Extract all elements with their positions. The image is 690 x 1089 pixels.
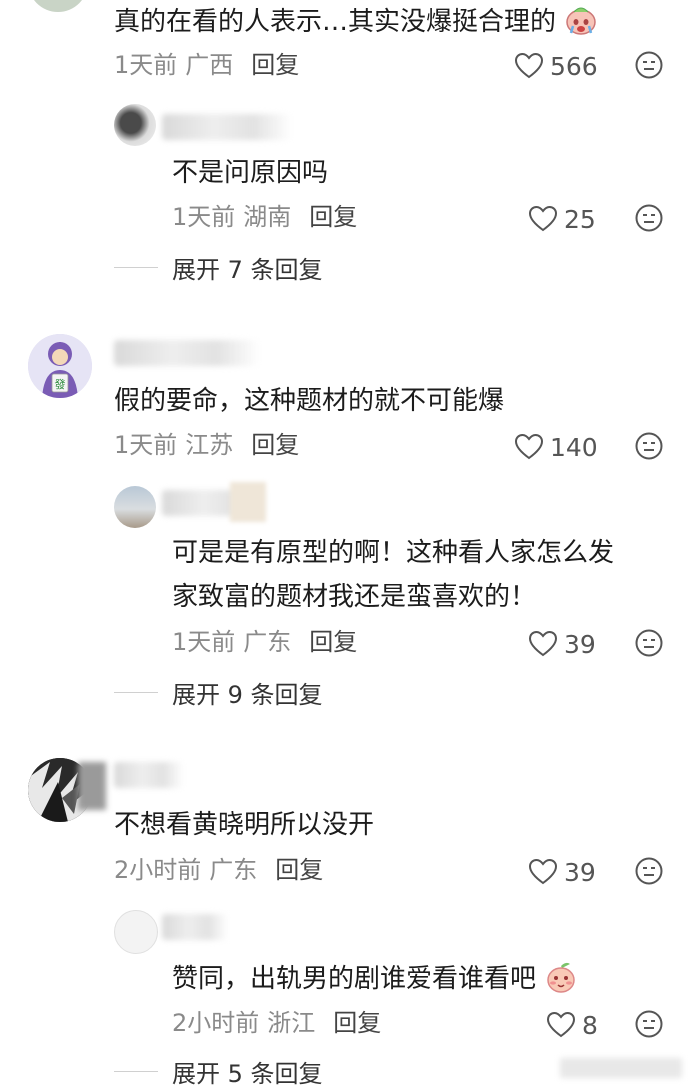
emoji-face-icon[interactable] <box>634 431 664 461</box>
emoji-face-icon[interactable] <box>634 628 664 658</box>
heart-outline-icon <box>546 1011 576 1038</box>
emoji-face-icon[interactable] <box>634 856 664 886</box>
like-button[interactable]: 39 <box>528 856 596 888</box>
crying-emoji-icon <box>566 7 597 35</box>
avatar[interactable]: 發 <box>28 334 92 398</box>
reply-location: 广东 <box>243 628 292 656</box>
teletubby-avatar-icon: 發 <box>28 334 92 398</box>
reply-meta: 1天前 广东 回复 <box>172 627 357 657</box>
like-count: 8 <box>582 1010 598 1040</box>
emoji-face-icon[interactable] <box>634 50 664 80</box>
like-button[interactable]: 140 <box>514 431 598 463</box>
reply-button[interactable]: 回复 <box>275 856 323 884</box>
reply-location: 浙江 <box>267 1009 316 1037</box>
emoji-face-icon[interactable] <box>634 203 664 233</box>
heart-outline-icon <box>514 433 544 460</box>
reply-button[interactable]: 回复 <box>309 203 357 231</box>
comment-time: 1天前 <box>114 51 178 79</box>
divider <box>114 691 158 693</box>
reply-time: 2小时前 <box>172 1009 260 1037</box>
reply-meta: 1天前 湖南 回复 <box>172 202 357 232</box>
reply-avatar[interactable] <box>114 910 158 954</box>
svg-text:發: 發 <box>55 377 66 391</box>
expand-replies-button[interactable]: 展开 5 条回复 <box>114 1056 323 1088</box>
expand-replies-button[interactable]: 展开 7 条回复 <box>114 252 323 284</box>
divider <box>114 1070 158 1072</box>
comment-time: 2小时前 <box>114 856 202 884</box>
comment-meta: 1天前 广西 回复 <box>114 50 299 80</box>
reply-button[interactable]: 回复 <box>251 51 299 79</box>
reply-avatar[interactable] <box>114 486 156 528</box>
expand-replies-button[interactable]: 展开 9 条回复 <box>114 677 323 709</box>
comment-location: 江苏 <box>185 431 234 459</box>
like-button[interactable]: 25 <box>528 203 596 235</box>
reply-meta: 2小时前 浙江 回复 <box>172 1008 381 1038</box>
reply-text: 家致富的题材我还是蛮喜欢的！ <box>172 582 537 612</box>
reply-username-blurred <box>162 914 228 940</box>
expand-replies-label: 展开 9 条回复 <box>172 680 323 709</box>
comment-text: 真的在看的人表示…其实没爆挺合理的 <box>114 4 598 39</box>
heart-outline-icon <box>528 630 558 657</box>
divider <box>114 266 158 268</box>
like-count: 566 <box>550 51 598 81</box>
like-count: 39 <box>564 629 596 659</box>
username-blurred <box>114 762 184 788</box>
like-button[interactable]: 566 <box>514 50 598 82</box>
reply-button[interactable]: 回复 <box>251 431 299 459</box>
heart-outline-icon <box>528 205 558 232</box>
reply-text: 赞同，出轨男的剧谁爱看谁看吧 <box>172 960 578 996</box>
reply-text: 可是是有原型的啊！这种看人家怎么发 <box>172 538 615 568</box>
comment-meta: 2小时前 广东 回复 <box>114 855 323 885</box>
peach-emoji-icon <box>547 962 576 993</box>
emoji-face-icon[interactable] <box>634 1009 664 1039</box>
reply-button[interactable]: 回复 <box>333 1009 381 1037</box>
comment-meta: 1天前 江苏 回复 <box>114 430 299 460</box>
comment-location: 广西 <box>185 51 234 79</box>
heart-outline-icon <box>514 52 544 79</box>
heart-outline-icon <box>528 858 558 885</box>
reply-username-image-blurred <box>230 482 266 522</box>
like-count: 140 <box>550 432 598 462</box>
comment-text: 假的要命，这种题材的就不可能爆 <box>114 386 505 416</box>
expand-replies-label: 展开 7 条回复 <box>172 255 323 284</box>
comment-time: 1天前 <box>114 431 178 459</box>
reply-location: 湖南 <box>243 203 292 231</box>
reply-avatar[interactable] <box>114 104 156 146</box>
username-blurred <box>114 340 260 366</box>
watermark-blurred <box>560 1058 682 1078</box>
avatar[interactable] <box>28 0 88 12</box>
reply-username-blurred <box>162 114 292 140</box>
comment-location: 广东 <box>209 856 258 884</box>
like-button[interactable]: 39 <box>528 628 596 660</box>
reply-button[interactable]: 回复 <box>309 628 357 656</box>
reply-time: 1天前 <box>172 628 236 656</box>
reply-text: 不是问原因吗 <box>172 158 329 188</box>
like-count: 25 <box>564 204 596 234</box>
expand-replies-label: 展开 5 条回复 <box>172 1059 323 1088</box>
like-button[interactable]: 8 <box>546 1009 598 1041</box>
avatar-overlay-blurred <box>78 762 106 810</box>
reply-time: 1天前 <box>172 203 236 231</box>
comment-text: 不想看黄晓明所以没开 <box>114 810 375 840</box>
like-count: 39 <box>564 857 596 887</box>
